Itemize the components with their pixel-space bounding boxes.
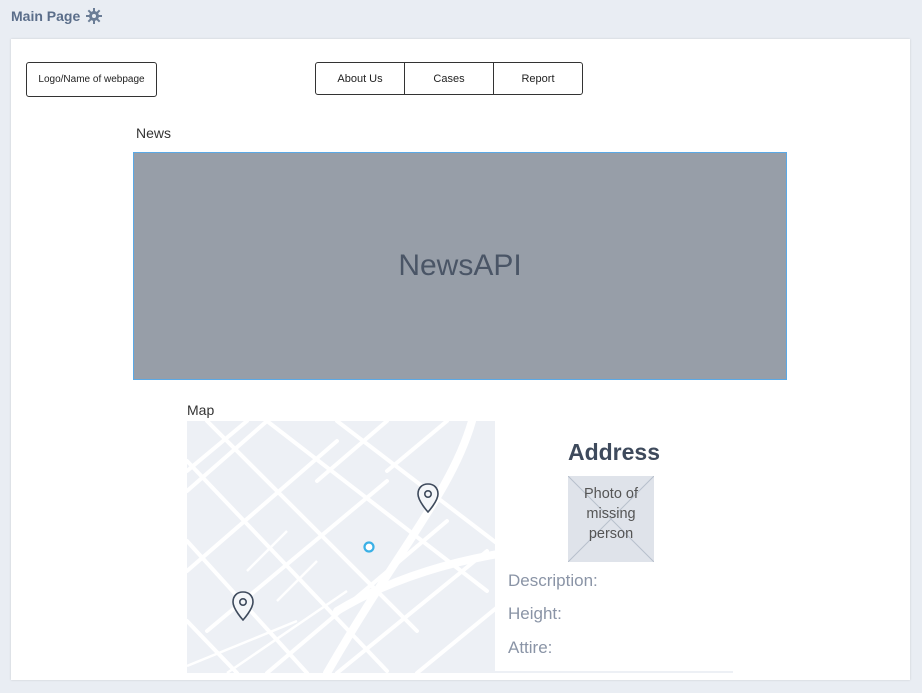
map-pin-icon[interactable] (232, 591, 254, 621)
address-title: Address (567, 439, 661, 465)
top-bar: Main Page (11, 6, 103, 26)
news-placeholder-text: NewsAPI (398, 249, 522, 282)
nav-about-us-button[interactable]: About Us (316, 63, 405, 94)
nav-report-button[interactable]: Report (494, 63, 582, 94)
news-section-label: News (136, 125, 172, 141)
page-title: Main Page (11, 8, 81, 24)
nav-bar: About Us Cases Report (315, 62, 583, 95)
news-feed-panel: NewsAPI (133, 152, 787, 380)
missing-person-photo-placeholder: Photo of missing person (568, 476, 654, 562)
nav-cases-button[interactable]: Cases (405, 63, 494, 94)
page-canvas: Logo/Name of webpage About Us Cases Repo… (11, 39, 910, 680)
attire-label: Attire: (508, 638, 553, 657)
description-label: Description: (508, 571, 598, 590)
height-label: Height: (508, 604, 562, 623)
map-section-label: Map (187, 402, 215, 418)
map-widget[interactable]: Address Photo of missing person Descript… (187, 421, 733, 673)
logo-placeholder[interactable]: Logo/Name of webpage (26, 62, 157, 97)
address-info-card: Address Photo of missing person Descript… (495, 421, 733, 671)
map-pin-icon[interactable] (417, 483, 439, 513)
gear-icon[interactable] (86, 8, 103, 24)
current-location-icon (363, 541, 375, 553)
photo-placeholder-text: Photo of missing person (583, 486, 638, 542)
